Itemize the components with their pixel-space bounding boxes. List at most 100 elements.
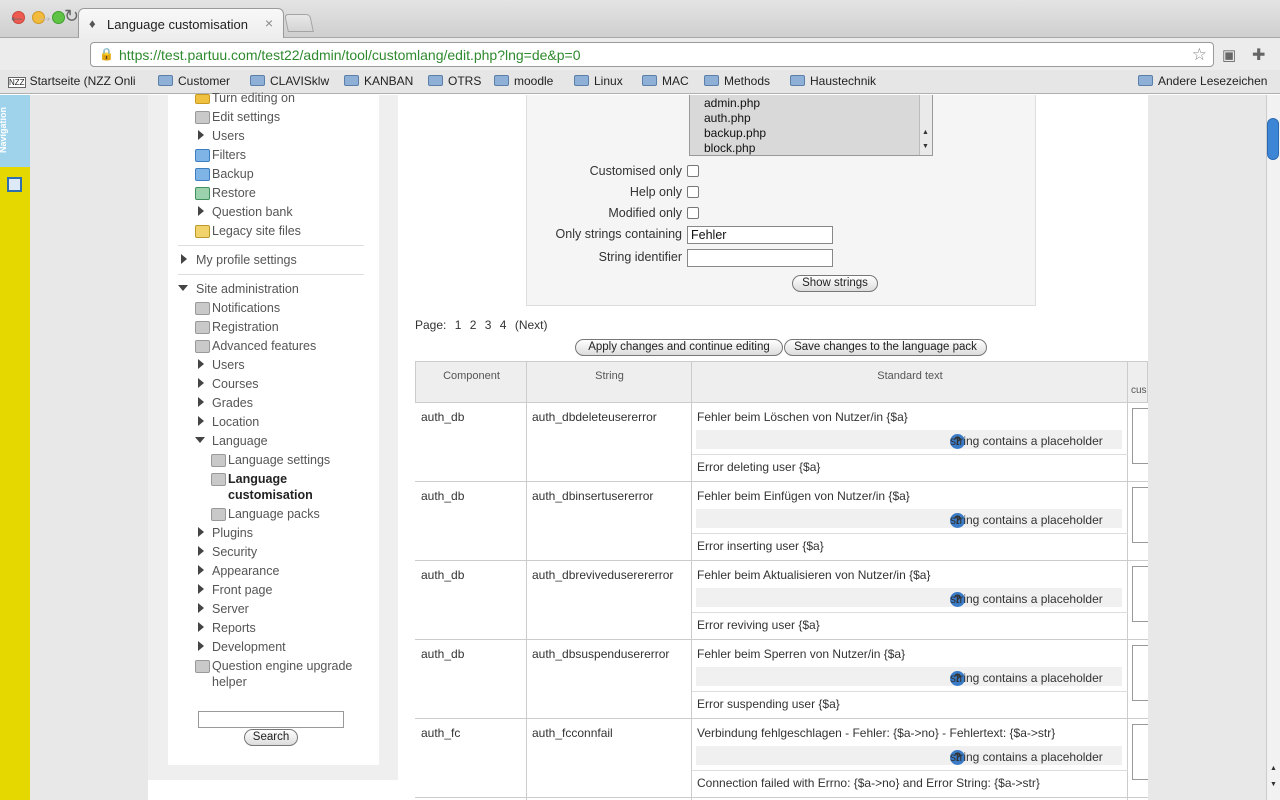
component-option[interactable]: block.php xyxy=(704,141,755,155)
sidebar-item-location[interactable]: Location xyxy=(212,415,259,429)
custom-text-input[interactable] xyxy=(1132,487,1148,543)
admin-search-input[interactable] xyxy=(198,711,344,728)
bookmark-moodle[interactable]: moodle xyxy=(494,74,553,88)
sidebar-item-appearance[interactable]: Appearance xyxy=(212,564,279,578)
collapsed-arrow-icon[interactable] xyxy=(198,546,204,556)
bookmark-kanban[interactable]: KANBAN xyxy=(344,74,413,88)
sidebar-item-restore[interactable]: Restore xyxy=(212,186,256,200)
browser-tab[interactable]: ♦ Language customisation × xyxy=(78,8,284,39)
page-scrollbar[interactable]: ▲ ▼ xyxy=(1266,95,1280,800)
sidebar-item-server[interactable]: Server xyxy=(212,602,249,616)
component-select-scrollbar[interactable]: ▲ ▼ xyxy=(919,95,932,155)
forward-arrow-icon[interactable]: → xyxy=(36,6,54,27)
expanded-arrow-icon[interactable] xyxy=(195,437,205,443)
navigation-dock-tab[interactable]: Navigation xyxy=(0,95,30,167)
sidebar-item-legacy-site-files[interactable]: Legacy site files xyxy=(212,224,301,238)
expanded-arrow-icon[interactable] xyxy=(178,285,188,291)
sidebar-item-site-administration[interactable]: Site administration xyxy=(196,282,299,296)
sidebar-item-my-profile-settings[interactable]: My profile settings xyxy=(196,253,297,267)
modified-only-checkbox[interactable] xyxy=(687,207,699,219)
sidebar-item-question-engine-upgrade-line1[interactable]: Question engine upgrade xyxy=(212,659,352,673)
component-option[interactable]: admin.php xyxy=(704,96,760,110)
component-option[interactable]: backup.php xyxy=(704,126,766,140)
extension-icon[interactable]: ▣ xyxy=(1222,46,1236,64)
address-bar[interactable]: 🔒 https://test.partuu.com/test22/admin/t… xyxy=(90,42,1214,67)
sidebar-item-registration[interactable]: Registration xyxy=(212,320,279,334)
sidebar-item-plugins[interactable]: Plugins xyxy=(212,526,253,540)
collapsed-arrow-icon[interactable] xyxy=(198,130,204,140)
bookmark-customer[interactable]: Customer xyxy=(158,74,230,88)
scroll-up-icon[interactable]: ▲ xyxy=(1270,765,1277,772)
sidebar-item-edit-settings[interactable]: Edit settings xyxy=(212,110,280,124)
admin-search-button[interactable]: Search xyxy=(244,729,298,746)
sidebar-item-front-page[interactable]: Front page xyxy=(212,583,272,597)
help-only-checkbox[interactable] xyxy=(687,186,699,198)
page-link-3[interactable]: 3 xyxy=(485,318,492,332)
custom-text-input[interactable] xyxy=(1132,408,1148,464)
collapsed-arrow-icon[interactable] xyxy=(198,206,204,216)
wrench-menu-icon[interactable]: ✚ xyxy=(1252,45,1265,65)
page-link-4[interactable]: 4 xyxy=(500,318,507,332)
sidebar-item-language[interactable]: Language xyxy=(212,434,268,448)
collapsed-arrow-icon[interactable] xyxy=(198,416,204,426)
bookmark-clavisklw[interactable]: CLAVISklw xyxy=(250,74,329,88)
sidebar-item-reports[interactable]: Reports xyxy=(212,621,256,635)
sidebar-item-turn-editing-on[interactable]: Turn editing on xyxy=(212,91,295,105)
string-identifier-input[interactable] xyxy=(687,249,833,267)
save-language-pack-button[interactable]: Save changes to the language pack xyxy=(784,339,987,356)
custom-text-input[interactable] xyxy=(1132,566,1148,622)
apply-continue-button[interactable]: Apply changes and continue editing xyxy=(575,339,783,356)
bookmark-haustechnik[interactable]: Haustechnik xyxy=(790,74,876,88)
bookmark-mac[interactable]: MAC xyxy=(642,74,689,88)
custom-text-input[interactable] xyxy=(1132,645,1148,701)
sidebar-item-security[interactable]: Security xyxy=(212,545,257,559)
close-tab-icon[interactable]: × xyxy=(265,15,273,31)
show-strings-button[interactable]: Show strings xyxy=(792,275,878,292)
page-link-1[interactable]: 1 xyxy=(455,318,462,332)
sidebar-item-filters[interactable]: Filters xyxy=(212,148,246,162)
block-icon[interactable] xyxy=(7,177,22,192)
component-select[interactable]: admin.php auth.php backup.php block.php xyxy=(689,95,933,156)
next-page-link[interactable]: (Next) xyxy=(515,318,548,332)
bookmark-other[interactable]: Andere Lesezeichen xyxy=(1138,74,1267,88)
customised-only-checkbox[interactable] xyxy=(687,165,699,177)
sidebar-item-users[interactable]: Users xyxy=(212,129,245,143)
new-tab-button[interactable] xyxy=(284,14,314,32)
sidebar-item-notifications[interactable]: Notifications xyxy=(212,301,280,315)
sidebar-item-courses[interactable]: Courses xyxy=(212,377,259,391)
bookmark-nzz[interactable]: NZZ Startseite (NZZ Onli xyxy=(8,74,136,88)
reload-icon[interactable]: ↻ xyxy=(64,6,79,27)
custom-text-input[interactable] xyxy=(1132,724,1148,780)
scroll-down-icon[interactable]: ▼ xyxy=(922,143,929,150)
collapsed-arrow-icon[interactable] xyxy=(181,254,187,264)
page-link-2[interactable]: 2 xyxy=(470,318,477,332)
bookmark-methods[interactable]: Methods xyxy=(704,74,770,88)
sidebar-item-language-customisation-line1[interactable]: Language xyxy=(228,472,287,486)
collapsed-arrow-icon[interactable] xyxy=(198,397,204,407)
collapsed-arrow-icon[interactable] xyxy=(198,527,204,537)
bookmark-linux[interactable]: Linux xyxy=(574,74,623,88)
sidebar-item-language-customisation-line2[interactable]: customisation xyxy=(228,488,313,502)
collapsed-arrow-icon[interactable] xyxy=(198,622,204,632)
scroll-up-icon[interactable]: ▲ xyxy=(922,129,929,136)
sidebar-item-admin-users[interactable]: Users xyxy=(212,358,245,372)
sidebar-item-language-packs[interactable]: Language packs xyxy=(228,507,320,521)
collapsed-arrow-icon[interactable] xyxy=(198,565,204,575)
only-strings-containing-input[interactable]: Fehler xyxy=(687,226,833,244)
component-option[interactable]: auth.php xyxy=(704,111,751,125)
sidebar-item-question-engine-upgrade-line2[interactable]: helper xyxy=(212,675,247,689)
bookmark-star-icon[interactable]: ☆ xyxy=(1192,45,1207,65)
collapsed-arrow-icon[interactable] xyxy=(198,584,204,594)
sidebar-item-advanced-features[interactable]: Advanced features xyxy=(212,339,316,353)
scroll-down-icon[interactable]: ▼ xyxy=(1270,781,1277,788)
sidebar-item-backup[interactable]: Backup xyxy=(212,167,254,181)
sidebar-item-grades[interactable]: Grades xyxy=(212,396,253,410)
sidebar-item-language-settings[interactable]: Language settings xyxy=(228,453,330,467)
sidebar-item-development[interactable]: Development xyxy=(212,640,286,654)
bookmark-otrs[interactable]: OTRS xyxy=(428,74,481,88)
sidebar-item-question-bank[interactable]: Question bank xyxy=(212,205,293,219)
collapsed-arrow-icon[interactable] xyxy=(198,603,204,613)
scrollbar-thumb[interactable] xyxy=(1267,118,1279,160)
collapsed-arrow-icon[interactable] xyxy=(198,378,204,388)
collapsed-arrow-icon[interactable] xyxy=(198,359,204,369)
